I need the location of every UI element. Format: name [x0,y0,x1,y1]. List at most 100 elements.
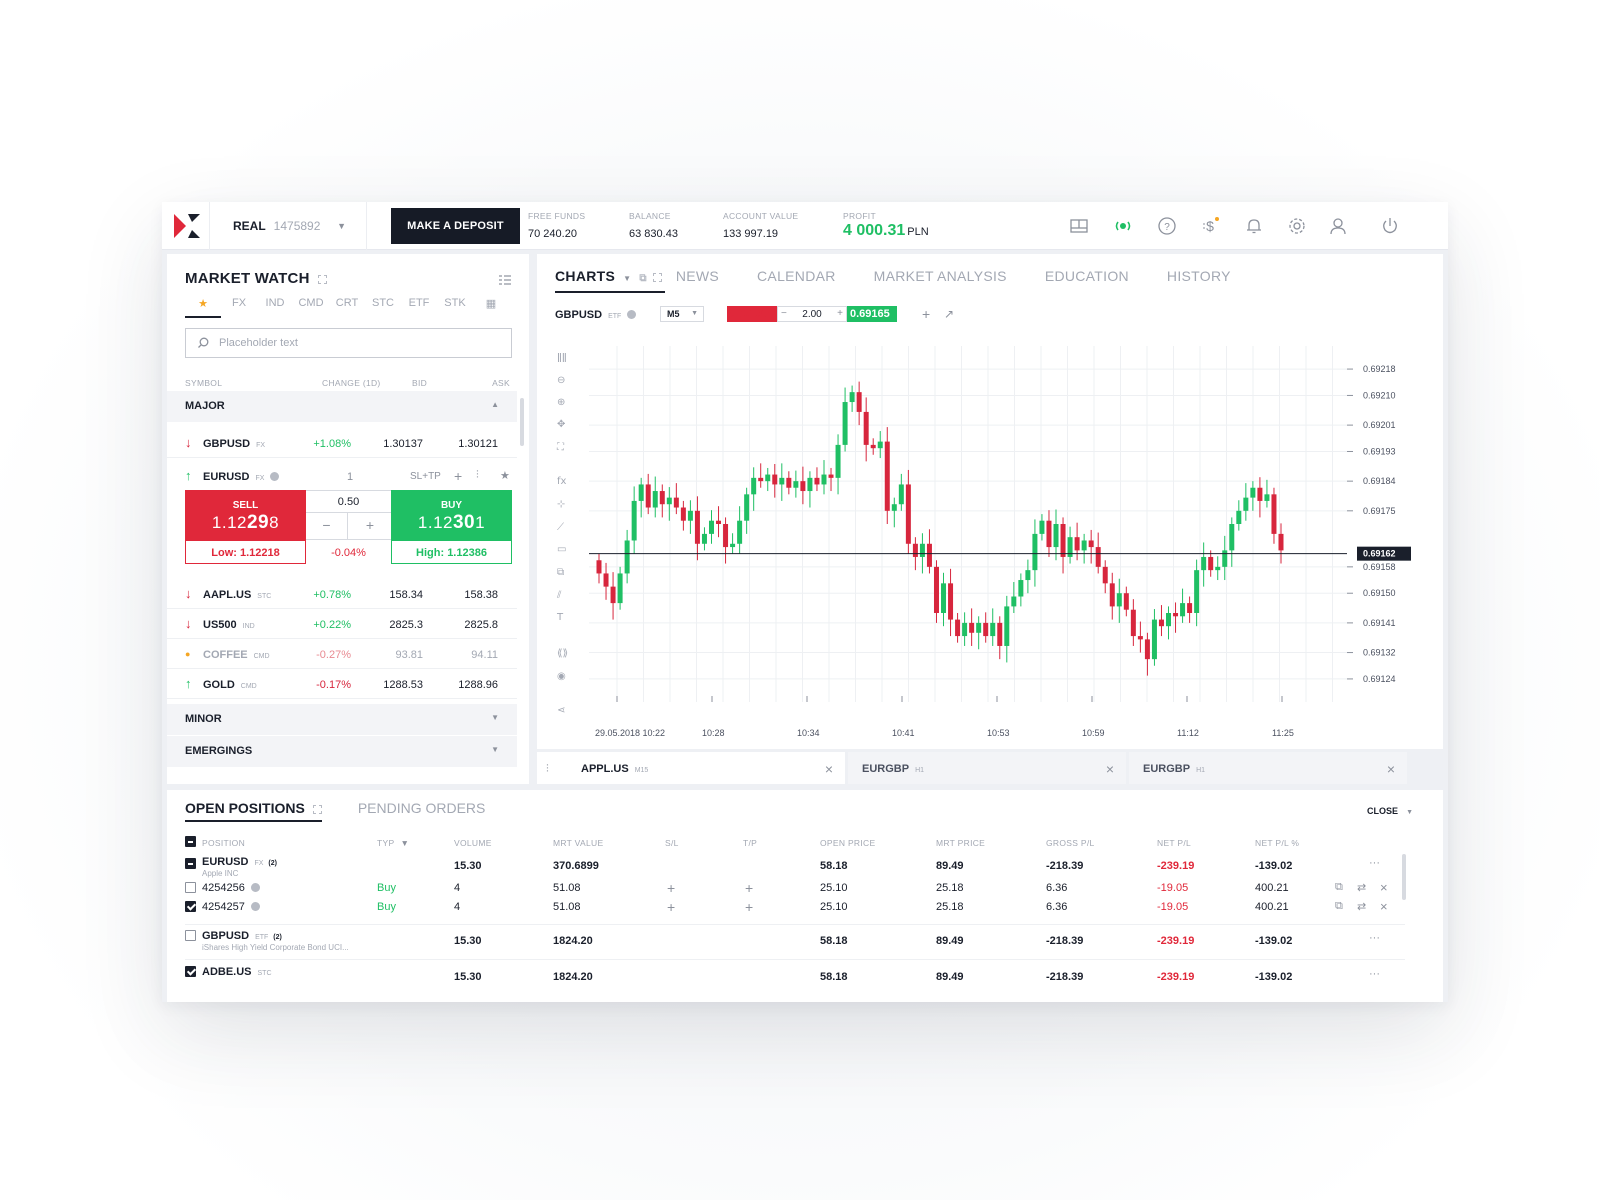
chart-tool-icon[interactable]: ⊹ [557,499,565,510]
chart-type-icon[interactable]: ⫶ [537,752,567,784]
table-row[interactable]: 4254257 Buy 4 51.08 + + 25.10 25.18 6.36… [167,899,1407,919]
tab-ind[interactable]: IND [257,292,293,318]
add-tp-button[interactable]: + [745,899,753,915]
chart-buy-button[interactable]: 0.69165 [847,306,897,322]
dollar-icon[interactable]: $ [1200,216,1220,236]
table-row[interactable]: GBPUSD ETF (2) iShares High Yield Corporat… [167,930,1407,954]
chart-tool-icon[interactable]: fx [557,476,567,487]
volume-input[interactable]: 0.50 [306,491,391,513]
copy-icon[interactable]: ⧉ [1335,881,1343,894]
star-icon[interactable]: ★ [500,469,510,482]
help-icon[interactable]: ? [1157,216,1177,236]
tab-history[interactable]: HISTORY [1167,268,1231,284]
add-sl-button[interactable]: + [667,880,675,896]
user-icon[interactable] [1328,216,1348,236]
list-item[interactable]: ↓ GBPUSD FX +1.08% 1.30137 1.30121 [167,428,517,458]
info-icon[interactable] [627,310,637,319]
calendar-icon[interactable]: ▦ [473,292,509,318]
tab-favorites[interactable]: ★ [185,292,221,318]
close-positions-button[interactable]: CLOSE ▼ [1367,806,1413,816]
tab-news[interactable]: NEWS [676,268,719,284]
expanded-symbol-row[interactable]: ↑ EURUSD FX 1 SL+TP + ⫶ ★ [167,461,517,491]
chart-tool-icon[interactable]: ⧉ [557,567,564,578]
tab-open-positions[interactable]: OPEN POSITIONS [185,800,322,822]
tab-pending-orders[interactable]: PENDING ORDERS [358,800,486,822]
list-item[interactable]: ● COFFEE CMD -0.27% 93.81 94.11 [167,639,517,669]
search-input[interactable]: Placeholder text [185,328,512,358]
scrollbar[interactable] [520,398,524,446]
chart-tab[interactable]: APPL.US M15 × [567,752,845,784]
list-item[interactable]: ↓ US500 IND +0.22% 2825.3 2825.8 [167,609,517,639]
close-icon[interactable]: × [1380,899,1388,914]
row-checkbox[interactable] [185,858,196,869]
tab-stk[interactable]: STK [437,292,473,318]
chart-sell-button[interactable]: 0.69096 [727,306,777,322]
close-icon[interactable]: × [1106,761,1114,777]
trend-icon[interactable]: ↗ [944,307,954,321]
row-checkbox[interactable] [185,930,196,941]
candlestick-chart[interactable]: 0.69218 0.69210 0.69201 0.69193 0.69184 0.691… [537,334,1443,754]
chart-tool-icon[interactable]: ▭ [557,544,566,555]
chart-tool-icon[interactable]: ⛶ [556,442,565,453]
tab-fx[interactable]: FX [221,292,257,318]
chart-tool-icon[interactable]: ⫽ [556,590,562,601]
add-indicator-icon[interactable]: + [922,306,930,322]
close-icon[interactable]: × [825,761,833,777]
list-view-icon[interactable] [499,272,511,285]
more-icon[interactable]: ··· [1369,932,1380,944]
tab-market-analysis[interactable]: MARKET ANALYSIS [874,268,1007,284]
bell-icon[interactable] [1244,216,1264,236]
table-row[interactable]: 4254256 Buy 4 51.08 + + 25.10 25.18 6.36… [167,880,1407,900]
table-row[interactable]: EURUSD FX (2) Apple INC 15.30 370.6899 58.… [167,856,1407,880]
expand-icon[interactable] [317,274,327,284]
col-typ[interactable]: TYP ▼ [377,838,409,848]
buy-button[interactable]: BUY 1.12301 [391,490,512,540]
chart-tab[interactable]: EURGBP H1 × [1129,752,1407,784]
chart-tool-icon[interactable]: T [556,612,564,623]
settings-icon[interactable] [1287,216,1307,236]
tab-etf[interactable]: ETF [401,292,437,318]
reverse-icon[interactable]: ⇄ [1357,900,1366,913]
copy-icon[interactable]: ⧉ [1335,900,1343,913]
layout-icon[interactable] [1069,216,1089,236]
scrollbar[interactable] [1402,854,1406,900]
row-checkbox[interactable] [185,901,196,912]
group-emergings[interactable]: EMERGINGS ▼ [167,736,517,767]
chart-tool-icon[interactable]: ǁǁ [557,352,567,363]
chart-tool-icon[interactable]: ◉ [557,671,566,682]
close-icon[interactable]: × [1387,761,1395,777]
group-minor[interactable]: MINOR ▼ [167,704,517,735]
chart-tool-icon[interactable]: ⊖ [557,375,565,386]
power-icon[interactable] [1380,216,1400,236]
add-sl-button[interactable]: + [667,899,675,915]
chart-tool-icon[interactable]: ⋖ [557,705,565,716]
chart-tool-icon[interactable]: ✥ [557,419,565,430]
brand-logo-icon[interactable] [172,212,202,240]
add-tp-button[interactable]: + [745,880,753,896]
decrement-button[interactable]: − [306,513,348,540]
increment-button[interactable]: + [349,513,391,540]
sell-button[interactable]: SELL 1.12298 [185,490,306,540]
list-item[interactable]: ↑ GOLD CMD -0.17% 1288.53 1288.96 [167,669,517,699]
reverse-icon[interactable]: ⇄ [1357,881,1366,894]
chart-volume-input[interactable]: −2.00 + [777,306,847,322]
select-all-checkbox[interactable] [185,836,196,847]
more-icon[interactable]: ··· [1369,968,1380,980]
tab-cmd[interactable]: CMD [293,292,329,318]
row-checkbox[interactable] [185,966,196,977]
sltp-label[interactable]: SL+TP [410,471,441,482]
tab-education[interactable]: EDUCATION [1045,268,1129,284]
live-icon[interactable] [1113,216,1133,236]
group-major[interactable]: MAJOR ▲ [167,391,517,422]
tab-calendar[interactable]: CALENDAR [757,268,836,284]
tab-stc[interactable]: STC [365,292,401,318]
make-deposit-button[interactable]: MAKE A DEPOSIT [391,208,520,244]
candles-icon[interactable]: ⫶ [476,469,479,482]
list-item[interactable]: ↓ AAPL.US STC +0.78% 158.34 158.38 [167,579,517,609]
timeframe-select[interactable]: M5 ▼ [660,306,704,322]
chart-tab[interactable]: EURGBP H1 × [848,752,1126,784]
account-selector[interactable]: REAL 1475892 ▼ [209,202,367,250]
chart-tool-icon[interactable]: ⊕ [557,397,565,408]
chart-tool-icon[interactable]: ⟪⟫ [557,648,568,659]
close-icon[interactable]: × [1380,880,1388,895]
